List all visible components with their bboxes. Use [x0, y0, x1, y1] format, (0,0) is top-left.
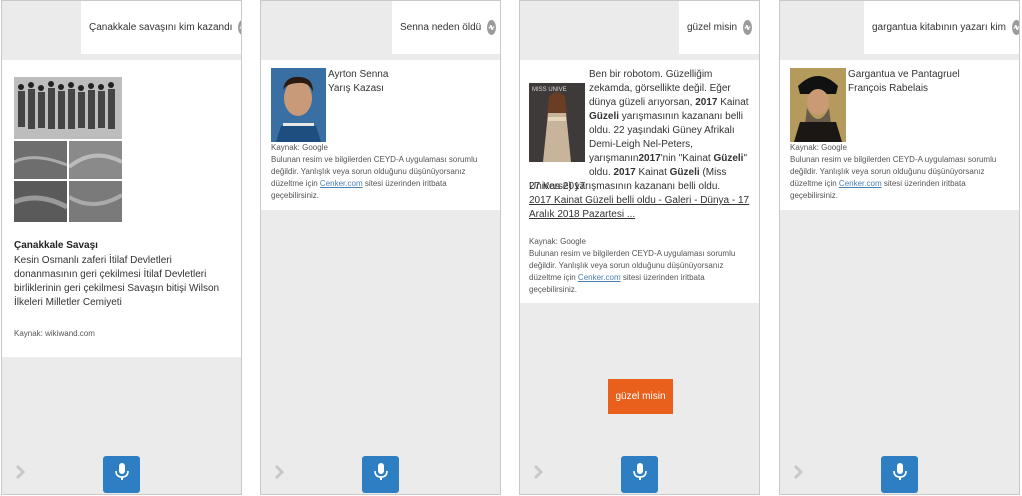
- source-label: Kaynak: Google: [790, 143, 847, 152]
- answer-part: 'nin "Kainat: [660, 153, 711, 164]
- answer-bold: 2017: [695, 97, 718, 108]
- source-label: Kaynak: wikiwand.com: [14, 329, 95, 338]
- result-line-2: François Rabelais: [848, 83, 929, 94]
- answer-part: Kainat: [638, 167, 667, 178]
- microphone-icon: [373, 462, 389, 487]
- swap-arrows-icon[interactable]: [1011, 20, 1019, 35]
- chevron-right-icon[interactable]: [533, 464, 544, 484]
- screen-panel-4: gargantua kitabının yazarı kim Gargantua…: [779, 0, 1020, 495]
- swap-arrows-icon[interactable]: [238, 20, 241, 35]
- microphone-icon: [114, 462, 130, 487]
- microphone-icon: [632, 462, 648, 487]
- cenker-link[interactable]: Cenker.com: [578, 273, 621, 282]
- answer-card: Ayrton Senna Yarış Kazası Kaynak: Google…: [261, 60, 500, 210]
- answer-card: Çanakkale Savaşı Kesin Osmanlı zaferi İt…: [2, 60, 241, 357]
- swap-arrows-icon[interactable]: [743, 20, 753, 35]
- cenker-link[interactable]: Cenker.com: [839, 179, 882, 188]
- query-bar: Çanakkale savaşını kim kazandı: [81, 1, 241, 54]
- answer-bold: Güzeli: [589, 111, 620, 122]
- source-label: Kaynak: Google: [529, 237, 586, 246]
- screen-panel-2: Senna neden öldü Ayrton Senna Yarış Kaza…: [260, 0, 501, 495]
- disclaimer: Bulunan resim ve bilgilerden CEYD-A uygu…: [790, 154, 1010, 202]
- swap-arrows-icon[interactable]: [487, 20, 497, 35]
- answer-bold: 2017: [638, 153, 661, 164]
- result-body: Kesin Osmanlı zaferi İtilaf Devletleri d…: [14, 255, 220, 308]
- query-text: güzel misin: [687, 22, 738, 33]
- microphone-button[interactable]: [103, 456, 140, 493]
- disclaimer: Bulunan resim ve bilgilerden CEYD-A uygu…: [271, 154, 491, 202]
- answer-link[interactable]: 2017 Kainat Güzeli belli oldu - Galeri -…: [529, 194, 751, 222]
- answer-card: MISS UNIVE Ben bir robotom. Güzelliğim z…: [520, 60, 759, 303]
- query-text: gargantua kitabının yazarı kim: [872, 22, 1006, 33]
- query-bar: gargantua kitabının yazarı kim: [864, 1, 1019, 54]
- result-title: Çanakkale Savaşı: [14, 240, 98, 251]
- result-image: [271, 68, 326, 142]
- microphone-button[interactable]: [881, 456, 918, 493]
- answer-bold: Güzeli: [713, 153, 744, 164]
- result-line-1: Gargantua ve Pantagruel: [848, 69, 960, 80]
- microphone-button[interactable]: [362, 456, 399, 493]
- query-text: Senna neden öldü: [400, 22, 482, 33]
- answer-text: Ben bir robotom. Güzelliğim zekamda, gör…: [529, 68, 753, 194]
- chevron-right-icon[interactable]: [274, 464, 285, 484]
- result-line-1: Ayrton Senna: [328, 69, 389, 80]
- query-bubble[interactable]: güzel misin: [608, 379, 673, 414]
- microphone-button[interactable]: [621, 456, 658, 493]
- answer-card: Gargantua ve Pantagruel François Rabelai…: [780, 60, 1019, 210]
- cenker-link[interactable]: Cenker.com: [320, 179, 363, 188]
- disclaimer: Bulunan resim ve bilgilerden CEYD-A uygu…: [529, 248, 751, 296]
- screen-panel-1: Çanakkale savaşını kim kazandı Çanakkale…: [1, 0, 242, 495]
- query-bar: güzel misin: [679, 1, 759, 54]
- query-bar: Senna neden öldü: [392, 1, 500, 54]
- source-label: Kaynak: Google: [271, 143, 328, 152]
- result-image: [790, 68, 846, 142]
- query-text: Çanakkale savaşını kim kazandı: [89, 22, 233, 33]
- result-line-2: Yarış Kazası: [328, 83, 384, 94]
- chevron-right-icon[interactable]: [793, 464, 804, 484]
- answer-part: Kainat: [720, 97, 749, 108]
- answer-date: 27 Kas 2017: [529, 181, 586, 192]
- answer-bold: 2017: [613, 167, 636, 178]
- result-image: [13, 77, 124, 222]
- chevron-right-icon[interactable]: [15, 464, 26, 484]
- microphone-icon: [892, 462, 908, 487]
- screen-panel-3: güzel misin MISS UNIVE Ben bir robotom. …: [519, 0, 760, 495]
- answer-bold: Güzeli: [669, 167, 700, 178]
